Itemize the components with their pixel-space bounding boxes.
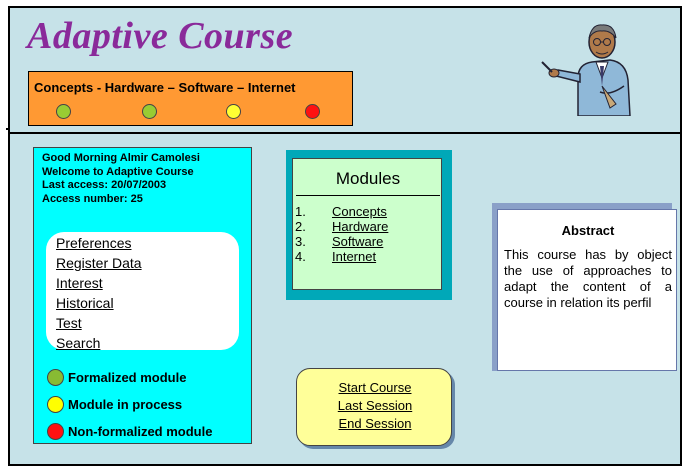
access-number: Access number: 25: [42, 192, 143, 205]
modules-divider: [296, 195, 440, 196]
module-number: 4.: [295, 249, 306, 264]
topic-dot-software[interactable]: [226, 104, 241, 119]
menu-item-register-data[interactable]: Register Data: [56, 253, 142, 273]
session-box: Start Course Last Session End Session: [296, 368, 452, 446]
green-dot-icon: [47, 369, 64, 386]
module-item-concepts: 1. Concepts: [295, 204, 388, 219]
module-number: 2.: [295, 219, 306, 234]
module-item-software: 3. Software: [295, 234, 388, 249]
legend-label: Formalized module: [68, 370, 187, 385]
topics-label: Concepts - Hardware – Software – Interne…: [34, 80, 296, 95]
abstract-box: Abstract This course has by object the u…: [497, 209, 677, 371]
modules-title: Modules: [335, 169, 401, 188]
module-link-hardware[interactable]: Hardware: [332, 219, 388, 234]
topic-dot-hardware[interactable]: [142, 104, 157, 119]
user-menu: Preferences Register Data Interest Histo…: [46, 232, 239, 353]
header-divider: [8, 132, 682, 134]
menu-item-test[interactable]: Test: [56, 313, 142, 333]
end-session-link[interactable]: End Session: [297, 415, 453, 433]
modules-panel: Modules 1. Concepts 2. Hardware 3. Software…: [292, 158, 442, 290]
menu-item-historical[interactable]: Historical: [56, 293, 142, 313]
teacher-icon: [541, 24, 631, 116]
menu-item-interest[interactable]: Interest: [56, 273, 142, 293]
module-link-internet[interactable]: Internet: [332, 249, 376, 264]
page-title: Adaptive Course: [27, 15, 294, 57]
user-greeting: Good Morning Almir Camolesi Welcome to A…: [42, 152, 200, 206]
module-link-concepts[interactable]: Concepts: [332, 204, 387, 219]
welcome-text: Welcome to Adaptive Course: [42, 165, 194, 178]
abstract-title: Abstract: [561, 223, 615, 238]
legend-label: Non-formalized module: [68, 424, 213, 439]
topic-dot-internet[interactable]: [305, 104, 320, 119]
menu-item-search[interactable]: Search: [56, 333, 142, 353]
user-panel: Good Morning Almir Camolesi Welcome to A…: [33, 147, 252, 444]
module-item-hardware: 2. Hardware: [295, 219, 388, 234]
modules-box: Modules 1. Concepts 2. Hardware 3. Software…: [286, 150, 452, 300]
header-tick: [6, 128, 10, 130]
module-link-software[interactable]: Software: [332, 234, 383, 249]
module-number: 3.: [295, 234, 306, 249]
user-name: Almir Camolesi: [119, 152, 200, 164]
topic-dot-concepts[interactable]: [56, 104, 71, 119]
legend-label: Module in process: [68, 397, 183, 412]
start-course-link[interactable]: Start Course: [297, 379, 453, 397]
menu-item-preferences[interactable]: Preferences: [56, 233, 142, 253]
red-dot-icon: [47, 423, 64, 440]
module-item-internet: 4. Internet: [295, 249, 388, 264]
modules-list: 1. Concepts 2. Hardware 3. Software 4. Inter…: [295, 204, 388, 264]
module-number: 1.: [295, 204, 306, 219]
abstract-text: This course has by object the use of app…: [504, 247, 672, 310]
last-session-link[interactable]: Last Session: [297, 397, 453, 415]
yellow-dot-icon: [47, 396, 64, 413]
greeting-prefix: Good Morning: [42, 152, 120, 164]
last-access: Last access: 20/07/2003: [42, 179, 167, 191]
topics-bar: Concepts - Hardware – Software – Interne…: [28, 71, 353, 126]
